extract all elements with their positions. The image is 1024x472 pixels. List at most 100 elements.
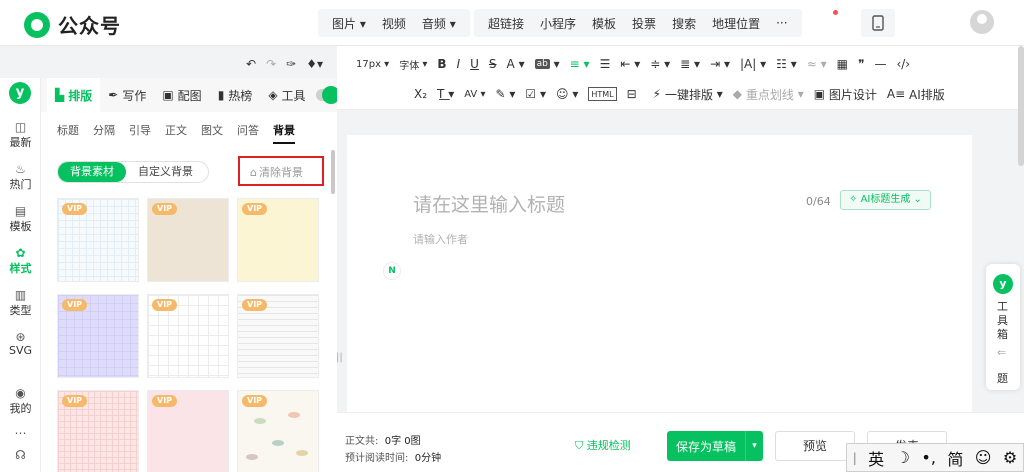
bold-button[interactable]: B — [432, 53, 451, 75]
subtab-qa[interactable]: 问答 — [237, 122, 259, 144]
checkbox-icon[interactable]: ☑ ▾ — [520, 83, 551, 105]
panel-toggle-switch[interactable] — [315, 86, 340, 104]
headset-icon[interactable]: ☊ — [0, 448, 41, 462]
table-button[interactable]: ▦ — [832, 53, 853, 75]
panel-resize-handle[interactable]: || — [336, 352, 343, 363]
preview-button[interactable]: 预览 — [775, 431, 855, 461]
font-family-select[interactable]: 字体 ▾ — [394, 53, 432, 75]
indent-button[interactable]: ⇤ ▾ — [615, 53, 645, 75]
save-draft-button[interactable]: 保存为草稿 ▾ — [667, 431, 763, 461]
strikethrough-button[interactable]: S — [484, 53, 502, 75]
subscript-button[interactable]: X₂ — [409, 83, 432, 105]
align-justify-button[interactable]: ☰ — [595, 53, 616, 75]
background-tile[interactable]: VIP — [57, 198, 139, 282]
background-color-button[interactable]: ab ▾ — [530, 53, 565, 75]
background-tile[interactable]: VIP — [147, 294, 229, 378]
mobile-preview-button[interactable] — [861, 9, 895, 37]
insert-location[interactable]: 地理位置 — [704, 15, 768, 32]
arrow-left-icon[interactable]: ⇐ — [997, 346, 1006, 359]
more-apps-icon[interactable]: ⋯ — [0, 426, 41, 440]
brand-logo-icon[interactable]: y — [9, 82, 31, 104]
subtab-divider[interactable]: 分隔 — [93, 122, 115, 144]
tab-trending[interactable]: ▮ 热榜 — [210, 78, 261, 112]
highlight-underline-button[interactable]: ◆ 重点划线 ▾ — [728, 83, 809, 105]
more-insert-menu[interactable]: ··· — [768, 16, 795, 30]
font-color-button[interactable]: A ▾ — [502, 53, 530, 75]
paint-bucket-icon[interactable]: ♦▾ — [301, 53, 328, 75]
insert-audio-menu[interactable]: 音频 ▾ — [414, 15, 464, 32]
format-painter-icon[interactable]: ✑ — [281, 53, 301, 75]
ai-title-button[interactable]: ✧ AI标题生成 ⌄ — [840, 190, 931, 210]
page-scrollbar[interactable] — [1018, 46, 1024, 166]
sidebar-item-hot[interactable]: ♨ 热门 — [0, 162, 41, 192]
text-style-button[interactable]: T͟ ▾ — [432, 83, 459, 105]
outdent-button[interactable]: ⇥ ▾ — [705, 53, 735, 75]
insert-hyperlink[interactable]: 超链接 — [480, 15, 532, 32]
subtab-guide[interactable]: 引导 — [129, 122, 151, 144]
toolbox-float-panel[interactable]: y 工具箱 ⇐ 题 — [986, 264, 1020, 390]
redo-icon[interactable]: ↷ — [261, 53, 281, 75]
background-tile[interactable]: VIP — [147, 390, 229, 472]
one-click-layout-button[interactable]: ⚡ 一键排版 ▾ — [648, 83, 728, 105]
author-input[interactable]: 请输入作者 — [413, 231, 468, 247]
sidebar-item-templates[interactable]: ▤ 模板 — [0, 204, 41, 234]
underline-button[interactable]: U — [465, 53, 484, 75]
undo-icon[interactable]: ↶ — [241, 53, 261, 75]
tab-illustration[interactable]: ▣ 配图 — [154, 78, 209, 112]
insert-search[interactable]: 搜索 — [664, 15, 704, 32]
subtab-title[interactable]: 标题 — [57, 122, 79, 144]
image-design-button[interactable]: ▣ 图片设计 — [809, 83, 882, 105]
sidebar-item-style[interactable]: ✿ 样式 — [0, 246, 41, 276]
tab-writing[interactable]: ✒ 写作 — [100, 78, 154, 112]
paragraph-spacing-button[interactable]: ≣ ▾ — [675, 53, 705, 75]
subtab-background[interactable]: 背景 — [273, 122, 295, 144]
insert-vote[interactable]: 投票 — [624, 15, 664, 32]
letter-spacing-button[interactable]: |A| ▾ — [735, 53, 771, 75]
gear-icon[interactable]: ⚙ — [1003, 448, 1017, 467]
html-icon[interactable]: HTML — [588, 87, 617, 101]
background-tile[interactable]: VIP — [147, 198, 229, 282]
ime-lang-toggle[interactable]: 英 — [868, 446, 884, 470]
code-button[interactable]: ‹/› — [891, 53, 915, 75]
background-tile[interactable]: VIP — [57, 294, 139, 378]
ai-layout-button[interactable]: A≡ AI排版 — [882, 83, 950, 105]
tab-tools[interactable]: ◈ 工具 — [260, 78, 313, 112]
insert-template[interactable]: 模板 — [584, 15, 624, 32]
background-tile[interactable]: VIP — [237, 198, 319, 282]
insert-image-menu[interactable]: 图片 ▾ — [324, 15, 374, 32]
align-left-button[interactable]: ≡ ▾ — [565, 53, 595, 75]
magic-wand-icon[interactable]: ✎ ▾ — [490, 83, 520, 105]
line-height-button[interactable]: ≑ ▾ — [645, 53, 675, 75]
background-tile[interactable]: VIP — [57, 390, 139, 472]
italic-button[interactable]: I — [452, 53, 466, 75]
compliance-check-button[interactable]: ⛉ 违规检测 — [575, 437, 631, 453]
sidebar-item-mine[interactable]: ◉ 我的 — [0, 386, 41, 416]
kerning-button[interactable]: AV ▾ — [459, 83, 490, 105]
ime-grip-icon[interactable]: | — [853, 451, 857, 465]
font-size-select[interactable]: 17px ▾ — [351, 53, 394, 75]
user-avatar[interactable] — [970, 10, 994, 34]
background-tile[interactable]: VIP — [237, 294, 319, 378]
sidebar-item-latest[interactable]: ◫ 最新 — [0, 120, 41, 150]
clear-format-button[interactable]: ≈ ▾ — [802, 53, 832, 75]
background-tile[interactable]: VIP — [237, 390, 319, 472]
emoji-icon[interactable]: ☺ — [975, 448, 992, 467]
subtab-image-text[interactable]: 图文 — [201, 122, 223, 144]
insert-video-menu[interactable]: 视频 — [374, 15, 414, 32]
custom-background-button[interactable]: 自定义背景 — [126, 162, 205, 182]
subtab-body[interactable]: 正文 — [165, 122, 187, 144]
list-button[interactable]: ☷ ▾ — [771, 53, 802, 75]
insert-miniprogram[interactable]: 小程序 — [532, 15, 584, 32]
moon-icon[interactable]: ☽ — [896, 448, 910, 467]
plugin-badge-icon[interactable]: N — [383, 262, 401, 280]
title-input[interactable]: 请在这里输入标题 — [413, 190, 565, 217]
app-logo[interactable]: 公众号 — [24, 10, 121, 39]
chevron-down-icon[interactable]: ▾ — [745, 431, 763, 461]
emoji-icon[interactable]: ☺ ▾ — [551, 83, 583, 105]
divider-button[interactable]: — — [869, 53, 891, 75]
tab-layout[interactable]: ▙ 排版 — [47, 78, 101, 112]
sidebar-item-svg[interactable]: ⊛ SVG — [0, 330, 41, 357]
background-materials-button[interactable]: 背景素材 — [58, 162, 126, 182]
ime-simplified-toggle[interactable]: 简 — [947, 446, 963, 470]
sidebar-item-type[interactable]: ▥ 类型 — [0, 288, 41, 318]
